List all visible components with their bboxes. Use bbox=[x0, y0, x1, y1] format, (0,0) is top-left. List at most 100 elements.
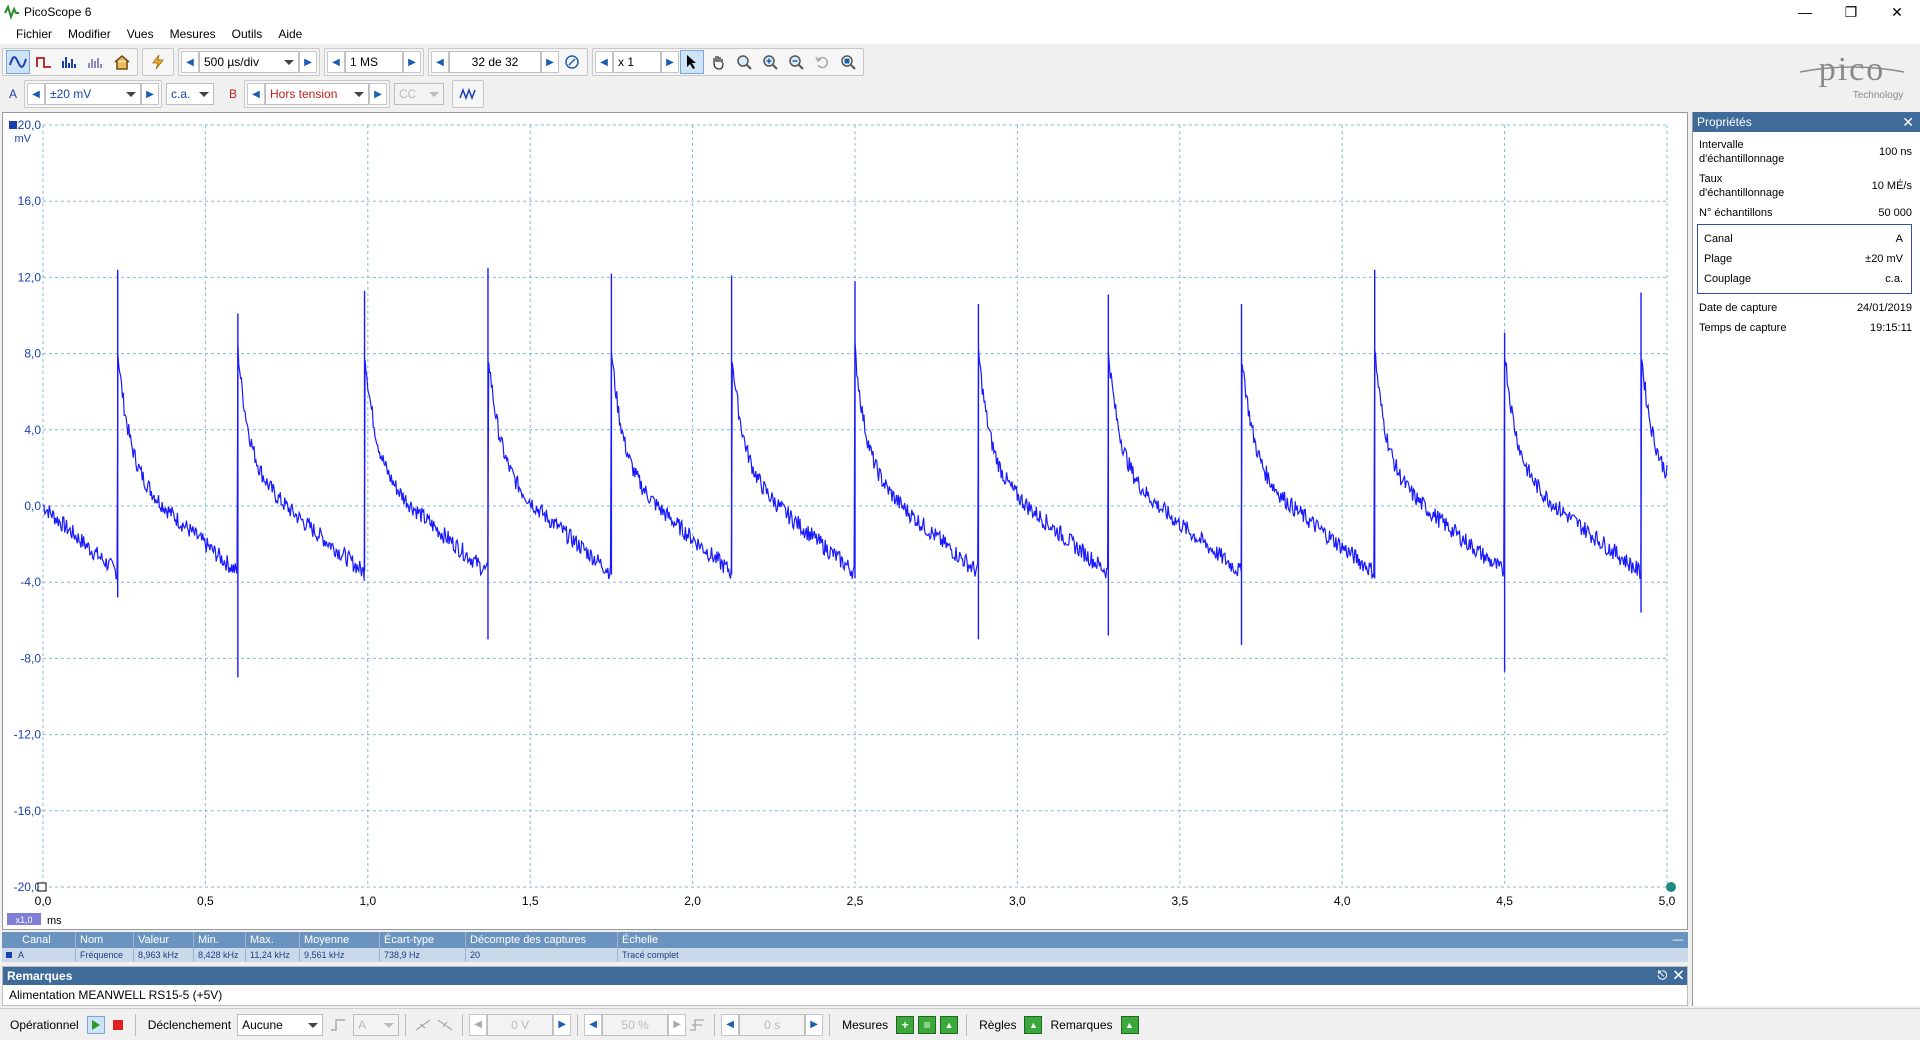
histogram-icon[interactable] bbox=[84, 50, 108, 74]
trigger-edge-icon bbox=[329, 1016, 347, 1034]
level-prev-button: ◀ bbox=[469, 1013, 488, 1036]
delete-measure-button[interactable]: ▲ bbox=[940, 1015, 959, 1034]
menu-fichier[interactable]: Fichier bbox=[8, 24, 60, 44]
zoom-out-icon[interactable] bbox=[784, 50, 808, 74]
remarks-close-icon[interactable]: ✕ bbox=[1674, 968, 1683, 982]
y-tick-label: 12,0 bbox=[18, 270, 42, 284]
spectrum-mode-icon[interactable] bbox=[58, 50, 82, 74]
add-measure-button[interactable]: + bbox=[896, 1015, 915, 1034]
channel-toolbar: A ◀ ±20 mV ▶ c.a. B ◀ Hors tension ▶ CC bbox=[0, 80, 1920, 108]
scope-view[interactable]: 20,0 16,0 12,0 8,0 4,0 0,0 -4,0 -8,0 -12,0 -16,0 -… bbox=[2, 112, 1688, 930]
zoom-overview-icon[interactable] bbox=[836, 50, 860, 74]
remarks-panel: Remarques ⎋ ✕ Alimentation MEANWELL RS15… bbox=[2, 966, 1688, 1006]
timebase-prev-button[interactable]: ◀ bbox=[181, 51, 199, 73]
timebase-select[interactable]: 500 µs/div bbox=[199, 51, 299, 73]
menu-aide[interactable]: Aide bbox=[270, 24, 310, 44]
coupling-a-select[interactable]: c.a. bbox=[166, 83, 214, 105]
channel-a-label[interactable]: A bbox=[2, 83, 24, 105]
y-tick-label: -16,0 bbox=[14, 804, 42, 818]
scope-mode-icon[interactable] bbox=[6, 50, 30, 74]
menu-mesures[interactable]: Mesures bbox=[162, 24, 224, 44]
restore-button[interactable]: ❐ bbox=[1828, 0, 1874, 24]
start-button[interactable] bbox=[86, 1015, 105, 1034]
delay-prev-button[interactable]: ◀ bbox=[721, 1013, 740, 1036]
channel-b-label[interactable]: B bbox=[222, 83, 244, 105]
range-a-select[interactable]: ±20 mV bbox=[45, 83, 141, 105]
trigger-label: Déclenchement bbox=[147, 1017, 232, 1032]
zoom-next-button[interactable]: ▶ bbox=[661, 51, 679, 73]
table-row[interactable]: A Fréquence 8,963 kHz 8,428 kHz 11,24 kH… bbox=[2, 948, 1688, 962]
measures-label: Mesures bbox=[842, 1017, 889, 1032]
x-tick-label: 3,5 bbox=[1171, 894, 1188, 908]
menu-outils[interactable]: Outils bbox=[224, 24, 271, 44]
x-tick-label: 1,0 bbox=[359, 894, 376, 908]
advanced-options-group bbox=[452, 80, 484, 108]
x-tick-label: 4,0 bbox=[1334, 894, 1351, 908]
coupling-b-select: CC bbox=[394, 83, 444, 105]
lightning-probe-icon[interactable] bbox=[146, 50, 170, 74]
scope-plot[interactable]: 20,0 16,0 12,0 8,0 4,0 0,0 -4,0 -8,0 -12,0 -16,0 -… bbox=[3, 113, 1687, 929]
view-mode-group bbox=[2, 48, 138, 76]
persistence-mode-icon[interactable] bbox=[32, 50, 56, 74]
prop-sample-interval: Intervalle d'échantillonnage 100 ns bbox=[1699, 139, 1912, 165]
x-tick-label: 1,5 bbox=[522, 894, 539, 908]
hand-tool-icon[interactable] bbox=[706, 50, 730, 74]
range-b-next-button[interactable]: ▶ bbox=[369, 83, 387, 105]
samples-next-button[interactable]: ▶ bbox=[403, 51, 421, 73]
advanced-options-icon[interactable] bbox=[456, 82, 480, 106]
prop-channel: Canal A bbox=[1704, 233, 1903, 245]
range-a-prev-button[interactable]: ◀ bbox=[27, 83, 45, 105]
x-tick-label: 0,0 bbox=[35, 894, 52, 908]
buffer-next-button[interactable]: ▶ bbox=[541, 51, 559, 73]
x-tick-label: 3,0 bbox=[1009, 894, 1026, 908]
notes-toggle-button[interactable]: ▲ bbox=[1120, 1015, 1139, 1034]
menu-vues[interactable]: Vues bbox=[119, 24, 162, 44]
zoom-in-icon[interactable] bbox=[758, 50, 782, 74]
y-tick-label: -8,0 bbox=[20, 651, 41, 665]
home-icon[interactable] bbox=[110, 50, 134, 74]
undo-zoom-icon[interactable] bbox=[810, 50, 834, 74]
notes-label: Remarques bbox=[1050, 1017, 1113, 1032]
close-window-button[interactable]: ✕ bbox=[1874, 0, 1920, 24]
measurements-collapse-icon[interactable]: — bbox=[1668, 934, 1688, 946]
ruler-handle-icon[interactable] bbox=[1666, 882, 1676, 892]
edit-measure-button[interactable]: ≡ bbox=[918, 1015, 937, 1034]
trigger-rising-icon bbox=[414, 1016, 432, 1034]
delay-next-button[interactable]: ▶ bbox=[805, 1013, 824, 1036]
level-next-button[interactable]: ▶ bbox=[553, 1013, 572, 1036]
pretrigger-prev-button[interactable]: ◀ bbox=[584, 1013, 603, 1036]
timebase-next-button[interactable]: ▶ bbox=[299, 51, 317, 73]
samples-select[interactable]: 1 MS bbox=[345, 51, 403, 73]
svg-text:pico: pico bbox=[1819, 51, 1886, 88]
properties-title: Propriétés bbox=[1697, 115, 1752, 129]
window-title: PicoScope 6 bbox=[24, 5, 92, 19]
x-tick-label: 4,5 bbox=[1496, 894, 1513, 908]
x-tick-label: 0,5 bbox=[197, 894, 214, 908]
menu-modifier[interactable]: Modifier bbox=[60, 24, 119, 44]
x-tick-label: 2,0 bbox=[684, 894, 701, 908]
y-tick-label: 8,0 bbox=[24, 347, 41, 361]
minimize-button[interactable]: — bbox=[1782, 0, 1828, 24]
trigger-mode-select[interactable]: Aucune bbox=[237, 1013, 324, 1036]
trigger-origin-marker[interactable] bbox=[37, 882, 47, 892]
pointer-tool-icon[interactable] bbox=[680, 50, 704, 74]
capture-index-field[interactable]: 32 de 32 bbox=[449, 51, 541, 73]
prop-sample-count: N° échantillons 50 000 bbox=[1699, 207, 1912, 219]
properties-close-icon[interactable]: ✕ bbox=[1902, 114, 1914, 131]
picoscope-app-icon bbox=[4, 4, 19, 20]
status-bar: Opérationnel Déclenchement Aucune A ◀ 0 … bbox=[0, 1008, 1920, 1040]
samples-prev-button[interactable]: ◀ bbox=[327, 51, 345, 73]
range-b-prev-button[interactable]: ◀ bbox=[247, 83, 265, 105]
range-b-select[interactable]: Hors tension bbox=[265, 83, 369, 105]
rules-toggle-button[interactable]: ▲ bbox=[1024, 1015, 1043, 1034]
remarks-pin-icon[interactable]: ⎋ bbox=[1658, 968, 1668, 982]
stop-button[interactable] bbox=[109, 1016, 127, 1034]
zoom-select[interactable]: x 1 bbox=[613, 51, 661, 73]
zoom-area-icon[interactable] bbox=[732, 50, 756, 74]
range-a-next-button[interactable]: ▶ bbox=[141, 83, 159, 105]
buffer-navigator-icon[interactable] bbox=[560, 50, 584, 74]
remarks-text[interactable]: Alimentation MEANWELL RS15-5 (+5V) bbox=[3, 985, 1687, 1005]
channel-a-marker bbox=[9, 121, 17, 129]
buffer-prev-button[interactable]: ◀ bbox=[431, 51, 449, 73]
zoom-prev-button[interactable]: ◀ bbox=[595, 51, 613, 73]
